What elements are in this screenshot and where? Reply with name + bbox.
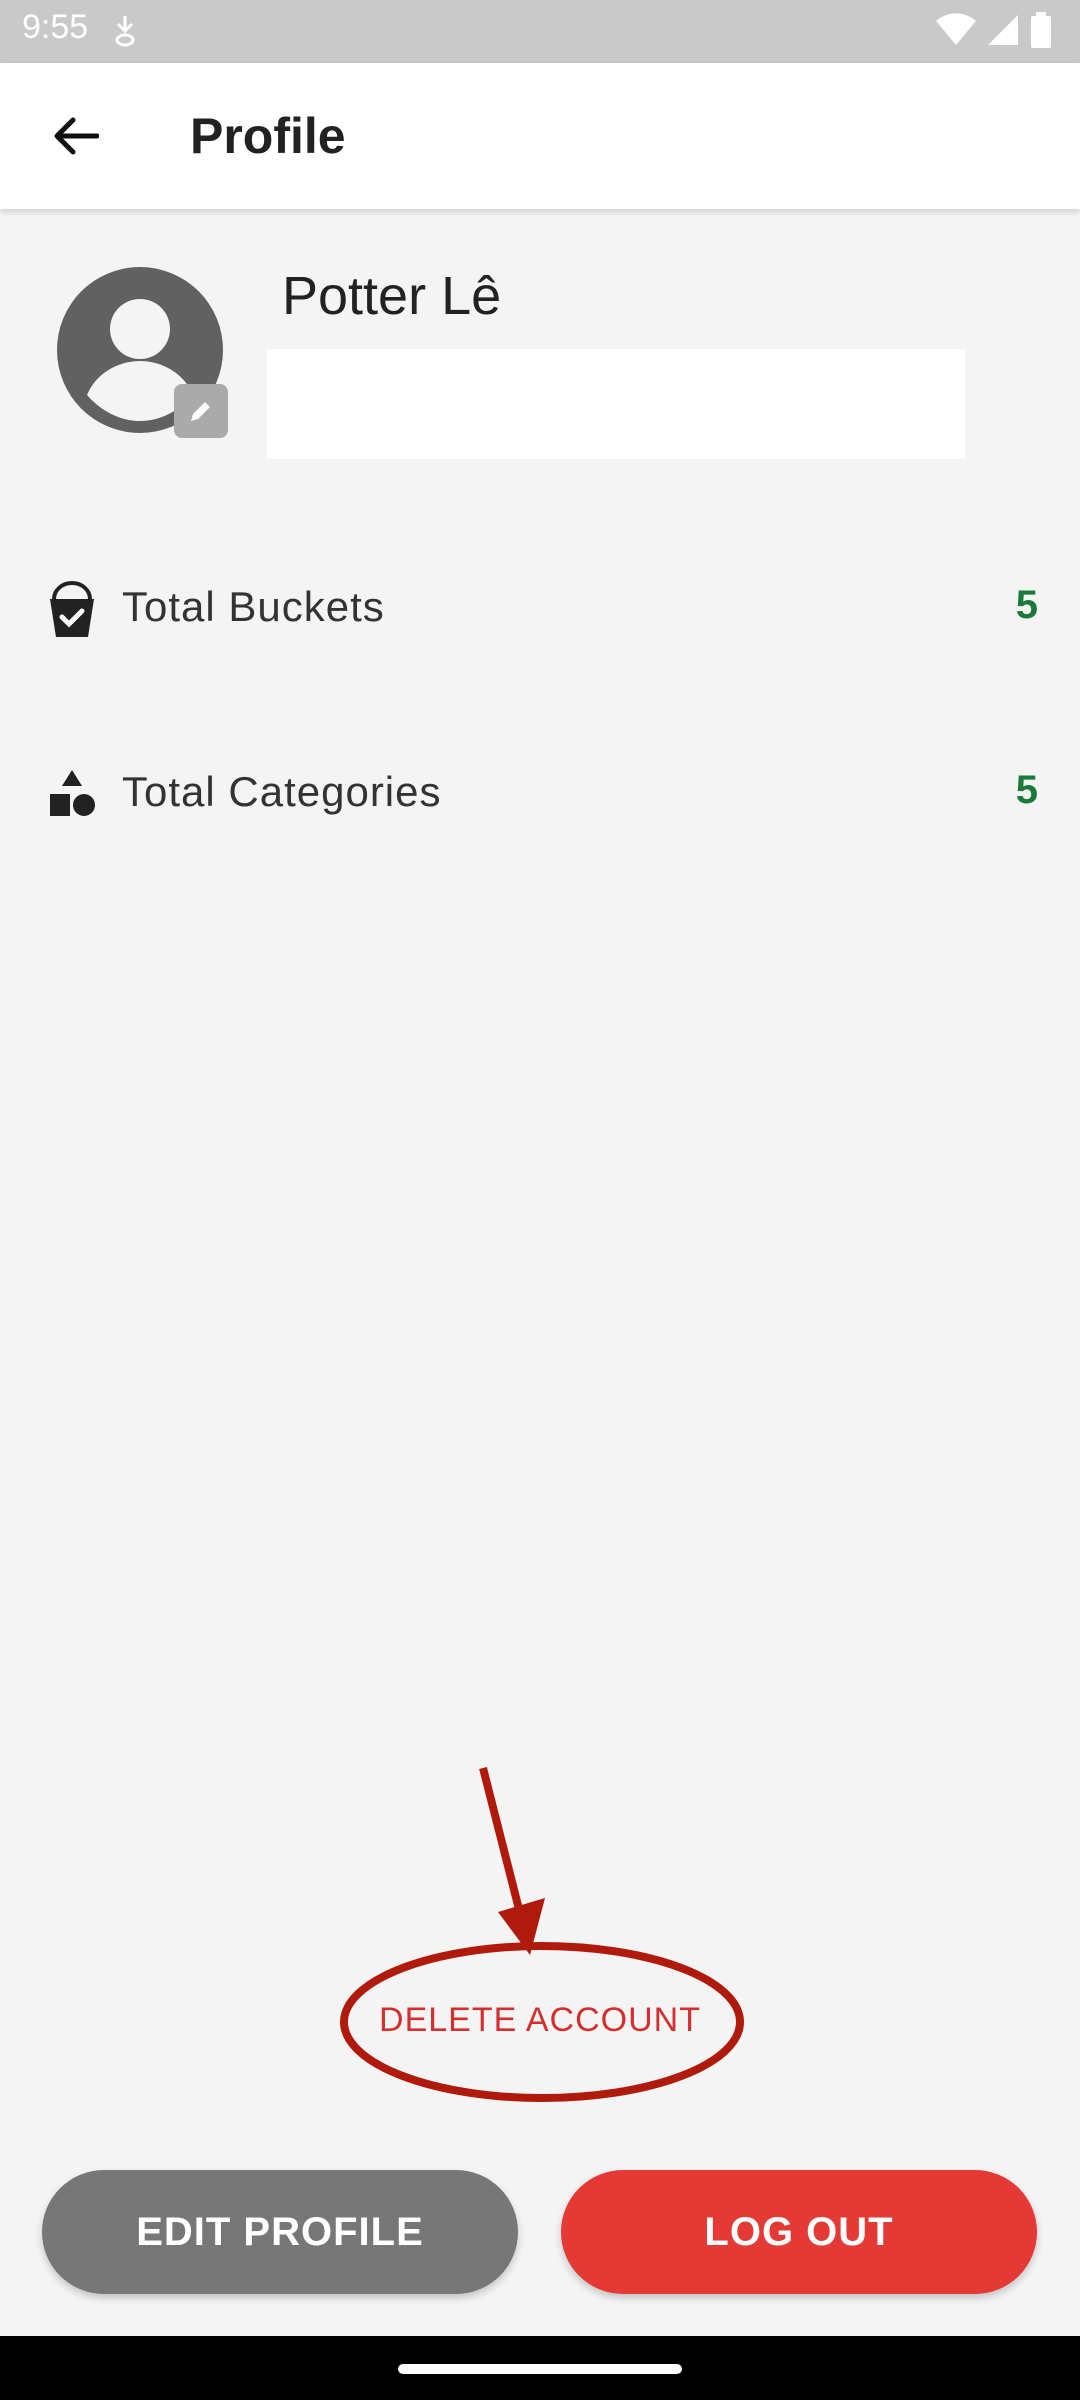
stat-value: 5 [1015, 583, 1038, 627]
arrow-left-icon [54, 117, 99, 155]
user-name: Potter Lê [282, 266, 502, 326]
annotation-arrow-line [479, 1767, 527, 1926]
stat-row-categories: Total Categories 5 [0, 754, 1080, 834]
stat-label: Total Categories [122, 768, 442, 815]
notification-icon [112, 14, 138, 53]
status-time: 9:55 [22, 8, 89, 46]
app-bar: Profile [0, 63, 1080, 209]
annotation-arrowhead [498, 1898, 545, 1955]
signal-icon [986, 13, 1020, 52]
delete-account-button[interactable]: DELETE ACCOUNT [345, 1975, 735, 2065]
stat-value: 5 [1015, 768, 1038, 812]
log-out-button[interactable]: LOG OUT [561, 2170, 1037, 2294]
back-button[interactable] [30, 101, 120, 171]
edit-profile-button[interactable]: EDIT PROFILE [42, 2170, 518, 2294]
edit-avatar-button[interactable] [174, 384, 228, 438]
stat-label: Total Buckets [122, 583, 385, 630]
page-title: Profile [190, 108, 346, 164]
wifi-icon [936, 13, 976, 52]
stat-row-buckets: Total Buckets 5 [0, 569, 1080, 649]
profile-info-box [267, 349, 965, 459]
status-bar: 9:55 [0, 0, 1080, 63]
home-handle[interactable] [398, 2364, 682, 2374]
battery-icon [1030, 12, 1052, 53]
pencil-icon [191, 402, 210, 421]
shapes-icon [44, 766, 100, 826]
bucket-icon [44, 581, 100, 641]
